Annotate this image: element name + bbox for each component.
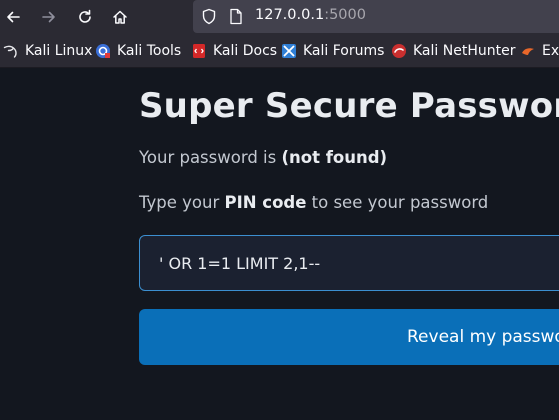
- pin-code-input[interactable]: [139, 235, 559, 291]
- bookmark-label: Exp: [542, 43, 559, 59]
- url-text[interactable]: 127.0.0.1:5000: [255, 7, 366, 23]
- bookmark-kali-tools[interactable]: Kali Tools: [95, 41, 181, 61]
- kali-forums-icon: [282, 44, 296, 58]
- bookmark-label: Kali Linux: [25, 43, 93, 59]
- bookmark-kali-docs[interactable]: Kali Docs: [191, 41, 277, 61]
- reveal-password-button[interactable]: Reveal my passwo: [139, 309, 559, 365]
- home-icon: [113, 10, 127, 24]
- password-value: (not found): [281, 148, 388, 167]
- password-result-text: Your password is (not found): [139, 148, 387, 167]
- kali-tools-icon: [96, 44, 110, 58]
- kali-nethunter-icon: [392, 44, 406, 58]
- back-arrow-icon: [7, 11, 20, 23]
- home-button[interactable]: [109, 6, 131, 28]
- reload-icon: [79, 9, 91, 23]
- page-info-icon[interactable]: [229, 8, 243, 25]
- page-content: Super Secure Password Re Your password i…: [0, 68, 559, 420]
- address-bar[interactable]: 127.0.0.1:5000: [193, 0, 559, 33]
- url-port: :5000: [324, 7, 366, 23]
- bookmark-label: Kali Forums: [303, 43, 385, 59]
- pin-prompt-text: Type your PIN code to see your password: [139, 193, 488, 212]
- password-result-prefix: Your password is: [139, 148, 282, 167]
- back-button[interactable]: [2, 6, 24, 28]
- page-title: Super Secure Password Re: [139, 86, 559, 126]
- exploit-db-icon: [522, 48, 534, 55]
- bookmark-label: Kali NetHunter: [413, 43, 516, 59]
- pin-prompt-bold: PIN code: [224, 193, 307, 212]
- browser-toolbar: 127.0.0.1:5000: [0, 0, 559, 34]
- bookmarks-toolbar: Kali Linux Kali Tools Kali Docs Kali For…: [0, 34, 559, 68]
- bookmark-exploit-db[interactable]: Exp: [520, 41, 559, 61]
- url-host: 127.0.0.1: [255, 7, 325, 23]
- kali-docs-icon: [193, 44, 205, 58]
- bookmark-kali-nethunter[interactable]: Kali NetHunter: [391, 41, 515, 61]
- pin-prompt-suffix: to see your password: [306, 193, 489, 212]
- forward-button[interactable]: [38, 6, 60, 28]
- tracking-protection-shield-icon[interactable]: [201, 8, 217, 25]
- pin-prompt-prefix: Type your: [139, 193, 225, 212]
- bookmark-kali-linux[interactable]: Kali Linux: [3, 41, 92, 61]
- forward-arrow-icon: [42, 11, 55, 23]
- kali-dragon-icon: [3, 45, 17, 58]
- reload-button[interactable]: [74, 6, 96, 28]
- bookmark-label: Kali Tools: [117, 43, 182, 59]
- bookmark-kali-forums[interactable]: Kali Forums: [281, 41, 384, 61]
- bookmark-label: Kali Docs: [213, 43, 278, 59]
